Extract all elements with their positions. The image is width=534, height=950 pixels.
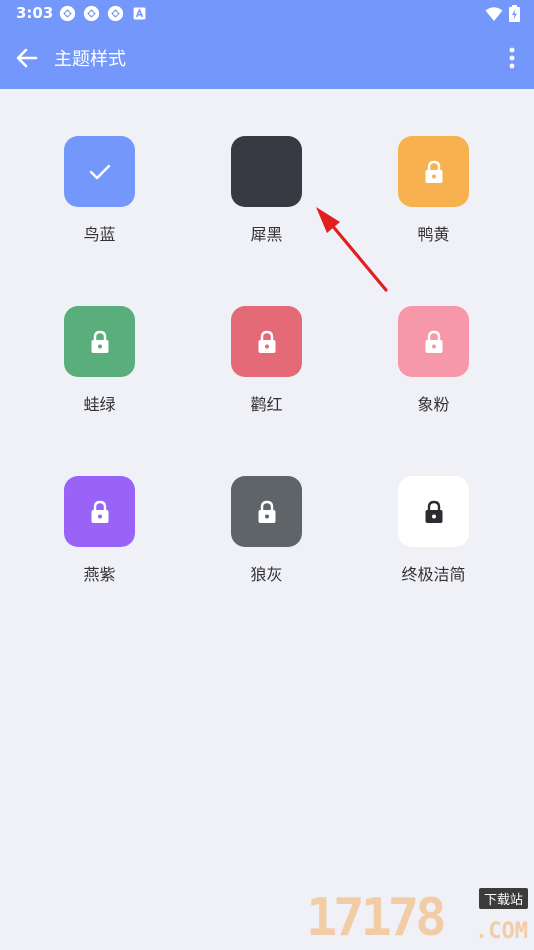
app-bar: 主题样式 [0,27,534,89]
theme-grid: 鸟蓝 犀黑 鸭黄蛙绿 鹳红 象粉燕紫 狼灰 终极洁简 [16,136,518,616]
theme-option[interactable]: 蛙绿 [16,306,183,446]
theme-option[interactable]: 燕紫 [16,476,183,616]
theme-label: 鸟蓝 [83,225,116,244]
lock-icon [425,330,442,353]
theme-label: 鸭黄 [417,225,450,244]
notification-icons [59,5,148,22]
theme-label: 蛙绿 [83,395,116,414]
lock-icon [91,330,108,353]
more-options-icon[interactable] [502,43,522,73]
lock-icon [91,500,108,523]
theme-swatch[interactable] [231,136,302,207]
watermark: 17178 下载站 .COM [306,888,528,948]
a-icon [133,7,146,20]
sync-icon [107,5,124,22]
theme-swatch[interactable] [398,476,469,547]
theme-label: 鹳红 [250,395,283,414]
theme-swatch[interactable] [64,476,135,547]
battery-icon [509,5,520,22]
page-title: 主题样式 [54,49,126,70]
sync-icon [83,5,100,22]
red-arrow-icon [316,207,388,292]
theme-label: 终极洁简 [401,565,466,584]
watermark-badge: 下载站 [478,888,528,909]
theme-option[interactable]: 终极洁简 [350,476,517,616]
back-arrow-icon[interactable] [12,43,42,73]
watermark-digits: 17178 [306,888,447,948]
lock-icon [258,330,275,353]
theme-swatch[interactable] [231,306,302,377]
lock-icon [258,500,275,523]
lock-icon [425,500,442,523]
watermark-suffix: .COM [475,919,528,944]
theme-swatch[interactable] [231,476,302,547]
theme-option[interactable]: 鹳红 [183,306,350,446]
theme-label: 象粉 [417,395,450,414]
system-icons [485,5,520,22]
theme-option[interactable]: 鸟蓝 [16,136,183,276]
theme-swatch[interactable] [64,306,135,377]
theme-option[interactable]: 狼灰 [183,476,350,616]
theme-label: 犀黑 [250,225,283,244]
wifi-icon [485,6,503,21]
theme-option[interactable]: 象粉 [350,306,517,446]
theme-swatch[interactable] [64,136,135,207]
check-icon [89,164,110,179]
lock-icon [425,160,442,183]
sync-icon [59,5,76,22]
status-bar: 3:03 [0,0,534,27]
status-time: 3:03 [16,4,54,22]
theme-label: 燕紫 [83,565,116,584]
theme-swatch[interactable] [398,306,469,377]
theme-label: 狼灰 [250,565,283,584]
theme-swatch[interactable] [398,136,469,207]
